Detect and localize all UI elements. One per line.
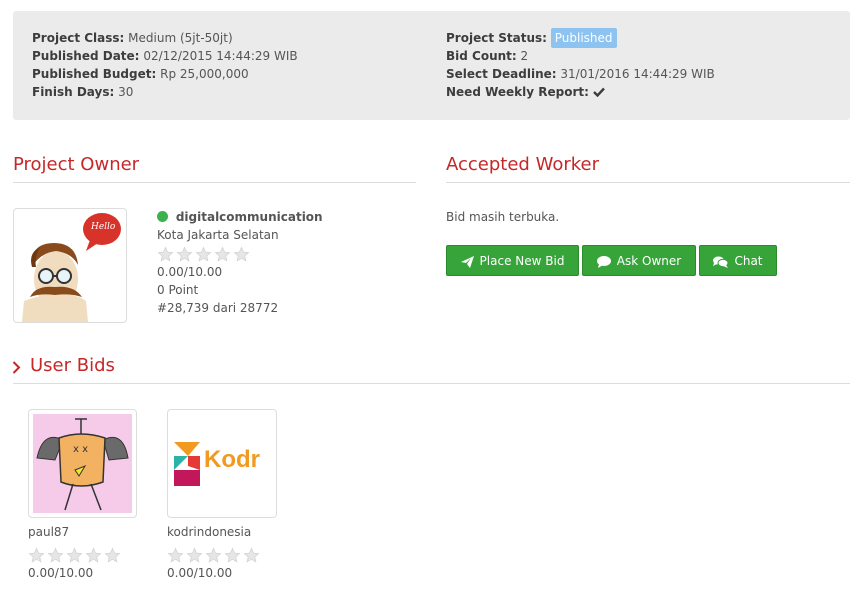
star-icon (176, 246, 193, 262)
star-icon (195, 246, 212, 262)
avatar-speech-text: Hello (91, 222, 116, 232)
star-icon (224, 547, 241, 563)
check-icon (592, 87, 605, 98)
owner-rank: #28,739 dari 28772 (157, 301, 279, 315)
place-new-bid-label: Place New Bid (479, 254, 565, 268)
published-date-row: Published Date: 02/12/2015 14:44:29 WIB (32, 47, 298, 65)
star-icon (233, 246, 250, 262)
weekly-report-row: Need Weekly Report: (446, 83, 605, 101)
comment-icon (596, 255, 611, 268)
user-bids-divider (13, 383, 850, 384)
finish-days-label: Finish Days: (32, 85, 115, 99)
bid-avatar-kodrindonesia[interactable]: Kodr (167, 409, 277, 518)
project-class-label: Project Class: (32, 31, 125, 45)
deadline-value: 31/01/2016 14:44:29 WIB (560, 67, 715, 81)
chat-label: Chat (734, 254, 763, 268)
ask-owner-button[interactable]: Ask Owner (582, 245, 696, 276)
published-budget-row: Published Budget: Rp 25,000,000 (32, 65, 249, 83)
project-status-label: Project Status: (446, 31, 547, 45)
published-date-value: 02/12/2015 14:44:29 WIB (143, 49, 298, 63)
bid-username[interactable]: kodrindonesia (167, 523, 251, 541)
bid-username[interactable]: paul87 (28, 523, 69, 541)
star-icon (243, 547, 260, 563)
star-icon (167, 547, 184, 563)
bid-avatar-paul87[interactable]: x x (28, 409, 137, 518)
worker-divider (446, 182, 850, 183)
bid-count-value: 2 (520, 49, 529, 63)
user-bids-title: User Bids (30, 355, 115, 376)
ask-owner-label: Ask Owner (616, 254, 682, 268)
owner-username[interactable]: digitalcommunication (176, 210, 323, 224)
comments-icon (713, 256, 729, 268)
online-status-icon (157, 211, 168, 222)
published-budget-value: Rp 25,000,000 (160, 67, 249, 81)
published-date-label: Published Date: (32, 49, 140, 63)
bid-count-label: Bid Count: (446, 49, 517, 63)
weekly-report-label: Need Weekly Report: (446, 85, 589, 99)
star-icon (157, 246, 174, 262)
place-new-bid-button[interactable]: Place New Bid (446, 245, 579, 276)
owner-avatar[interactable]: Hello (13, 208, 127, 323)
finish-days-value: 30 (118, 85, 134, 99)
cartoon-character-avatar-icon: x x (33, 414, 132, 513)
project-info-panel: Project Class: Medium (5jt-50jt) Publish… (13, 11, 850, 120)
bid-rating: 0.00/10.00 (167, 566, 233, 580)
finish-days-row: Finish Days: 30 (32, 83, 133, 101)
owner-rating: 0.00/10.00 (157, 265, 223, 279)
star-icon (214, 246, 231, 262)
project-class-row: Project Class: Medium (5jt-50jt) (32, 29, 233, 47)
star-icon (85, 547, 102, 563)
owner-username-row: digitalcommunication (157, 208, 323, 226)
star-icon (28, 547, 45, 563)
deadline-label: Select Deadline: (446, 67, 557, 81)
owner-points: 0 Point (157, 283, 199, 297)
published-budget-label: Published Budget: (32, 67, 157, 81)
bid-count-row: Bid Count: 2 (446, 47, 528, 65)
star-icon (186, 547, 203, 563)
owner-divider (13, 182, 416, 183)
accepted-worker-title: Accepted Worker (446, 154, 599, 175)
owner-location: Kota Jakarta Selatan (157, 228, 279, 242)
paper-plane-icon (460, 255, 474, 268)
bid-status-text: Bid masih terbuka. (446, 210, 560, 224)
deadline-row: Select Deadline: 31/01/2016 14:44:29 WIB (446, 65, 715, 83)
chat-button[interactable]: Chat (699, 245, 777, 276)
chevron-right-icon (12, 361, 21, 374)
star-icon (104, 547, 121, 563)
star-icon (205, 547, 222, 563)
svg-text:x x: x x (73, 444, 88, 455)
star-icon (47, 547, 64, 563)
status-badge: Published (550, 28, 617, 48)
project-owner-title: Project Owner (13, 154, 140, 175)
project-status-row: Project Status: Published (446, 28, 617, 48)
star-icon (66, 547, 83, 563)
project-class-value: Medium (5jt-50jt) (128, 31, 233, 45)
kodr-logo-text: Kodr (204, 446, 260, 473)
bid-rating: 0.00/10.00 (28, 566, 94, 580)
